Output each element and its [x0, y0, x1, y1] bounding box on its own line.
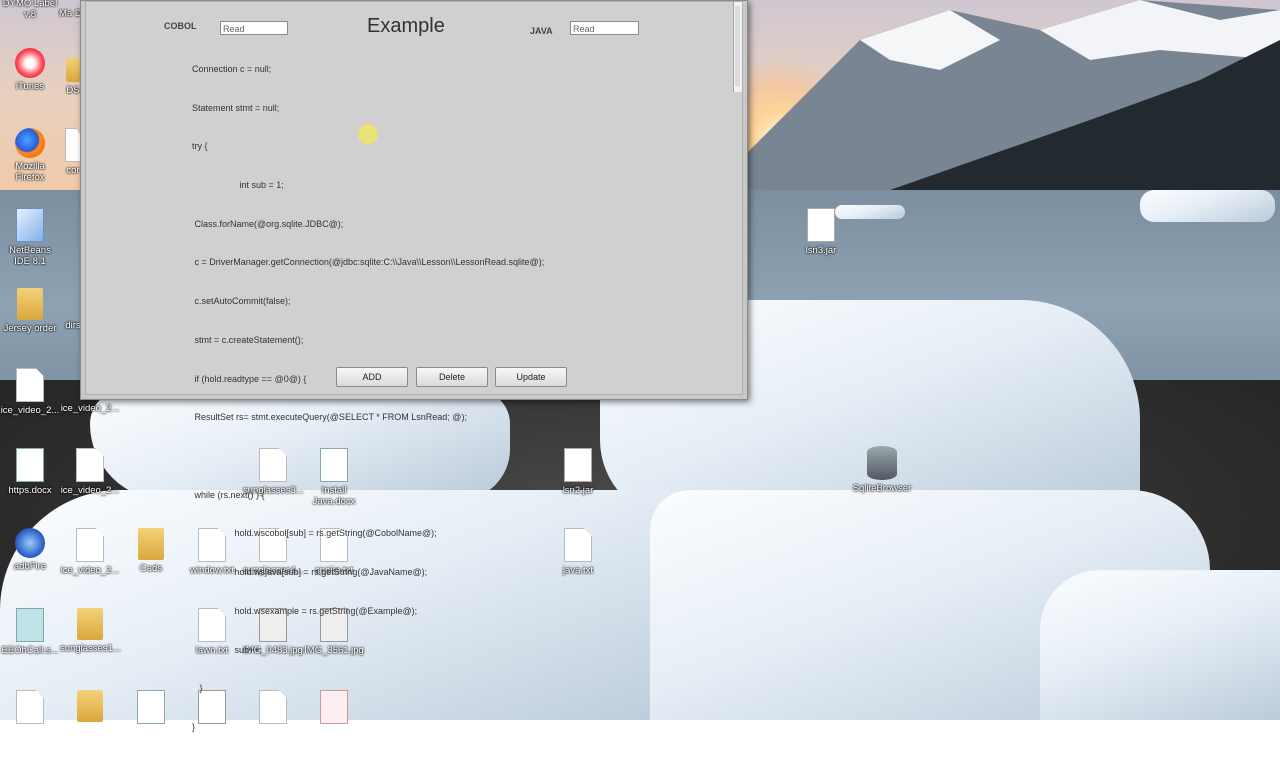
- desktop-icon-eeo[interactable]: EEOhCall.s...: [0, 608, 60, 656]
- vertical-scrollbar[interactable]: [733, 2, 742, 92]
- word-document-icon: [137, 690, 165, 724]
- icon-label: ice_video_2...: [60, 565, 120, 576]
- icon-label: adbFire: [13, 561, 47, 572]
- desktop-icon-lsn2[interactable]: lsn2.jar: [548, 448, 608, 496]
- delete-button[interactable]: Delete: [416, 367, 488, 387]
- desktop-icon-itunes[interactable]: iTunes: [0, 48, 60, 92]
- java-label: JAVA: [530, 26, 553, 36]
- desktop-icon-ice4[interactable]: ice_video_2...: [60, 528, 120, 576]
- code-line: Connection c = null;: [192, 63, 272, 74]
- code-line: Class.forName(@org.sqlite.JDBC@);: [192, 218, 344, 229]
- netbeans-icon: [16, 208, 44, 242]
- page-title: Example: [367, 15, 445, 37]
- icon-label: DS: [66, 85, 80, 96]
- icon-label: iTunes: [15, 81, 45, 92]
- icon-label: ice_video_2...: [60, 485, 120, 496]
- folder-icon: [77, 608, 103, 640]
- code-line: c = DriverManager.getConnection(@jdbc:sq…: [192, 257, 545, 268]
- code-line: hold.wscobol[sub] = rs.getString(@CobolN…: [192, 528, 437, 539]
- desktop-icon-ice1[interactable]: ice_video_2...: [0, 368, 60, 416]
- desktop-icon-adb[interactable]: adbFire: [0, 528, 60, 572]
- folder-icon: [66, 58, 80, 82]
- firefox-icon: [15, 128, 45, 158]
- icon-label: NetBeans IDE 8.1: [9, 245, 51, 267]
- document-icon: [16, 368, 44, 402]
- code-line: ResultSet rs= stmt.executeQuery(@SELECT …: [192, 412, 467, 423]
- icon-label: cor: [66, 165, 80, 176]
- icon-label: ice_video_2...: [0, 405, 60, 416]
- desktop-icon-lsn3[interactable]: lsn3.jar: [791, 208, 851, 256]
- folder-icon: [17, 288, 43, 320]
- text-file-icon: [564, 528, 592, 562]
- icon-label: EEOhCall.s...: [1, 645, 59, 656]
- mouse-cursor-highlight: [358, 124, 378, 144]
- icon-label: ice_video_2...: [60, 403, 120, 414]
- icon-label: Jersey order: [3, 323, 57, 334]
- code-line: sub++;: [192, 644, 263, 655]
- icon-label: Mozilla Firefox: [15, 161, 45, 183]
- desktop-icon-partial[interactable]: [121, 690, 181, 727]
- icon-label: lsn3.jar: [805, 245, 837, 256]
- icon-label: dirs: [65, 320, 81, 331]
- desktop-icon-cads[interactable]: Cads: [121, 528, 181, 574]
- icon-label: Cads: [139, 563, 163, 574]
- desktop-icon-partial[interactable]: [0, 690, 60, 727]
- desktop-icon-https[interactable]: https.docx: [0, 448, 60, 496]
- desktop-icon-ice3[interactable]: ice_video_2...: [60, 448, 120, 496]
- jar-file-icon: [564, 448, 592, 482]
- code-line: stmt = c.createStatement();: [192, 334, 304, 345]
- code-line: hold.wsjava[sub] = rs.getString(@JavaNam…: [192, 567, 428, 578]
- folder-icon: [138, 528, 164, 560]
- update-button[interactable]: Update: [495, 367, 567, 387]
- icon-label: lsn2.jar: [562, 485, 594, 496]
- icon-label: sunglasses1...: [60, 643, 121, 654]
- mountains: [740, 0, 1280, 190]
- database-icon: [867, 446, 897, 480]
- code-line: Statement stmt = null;: [192, 102, 280, 113]
- code-line: }: [192, 683, 203, 694]
- add-button[interactable]: ADD: [336, 367, 408, 387]
- jar-file-icon: [807, 208, 835, 242]
- document-icon: [76, 528, 104, 562]
- desktop-icon-dymo[interactable]: DYMO Label v.8: [0, 0, 60, 20]
- code-line: int sub = 1;: [192, 179, 284, 190]
- example-code-area[interactable]: Connection c = null; Statement stmt = nu…: [192, 37, 544, 760]
- cobol-field[interactable]: Read: [220, 21, 288, 35]
- code-line: c.setAutoCommit(false);: [192, 296, 291, 307]
- word-document-icon: [16, 448, 44, 482]
- code-line: hold.wsexample = rs.getString(@Example@)…: [192, 605, 418, 616]
- desktop-icon-sqlite[interactable]: SqliteBrowser: [852, 446, 912, 494]
- scrollbar-thumb[interactable]: [735, 6, 740, 86]
- icon-label: java.txt: [562, 565, 594, 576]
- document-icon: [65, 128, 81, 162]
- desktop-icon-java-txt[interactable]: java.txt: [548, 528, 608, 576]
- java-field[interactable]: Read: [570, 21, 639, 35]
- app-window: COBOL Read Example JAVA Read Connection …: [80, 0, 748, 732]
- cobol-label: COBOL: [164, 21, 197, 31]
- desktop-icon-firefox[interactable]: Mozilla Firefox: [0, 128, 60, 183]
- window-content: COBOL Read Example JAVA Read Connection …: [85, 1, 743, 732]
- icon-label: https.docx: [8, 485, 52, 496]
- folder-icon: [77, 690, 103, 722]
- file-icon: [16, 608, 44, 642]
- code-line: }: [192, 722, 196, 733]
- icon-label: DYMO Label v.8: [2, 0, 58, 20]
- code-line: while (rs.next() ) {: [192, 489, 265, 500]
- itunes-icon: [15, 48, 45, 78]
- desktop-icon-netbeans[interactable]: NetBeans IDE 8.1: [0, 208, 60, 267]
- desktop-icon-jersey[interactable]: Jersey order: [0, 288, 60, 334]
- adbfire-icon: [15, 528, 45, 558]
- document-icon: [16, 690, 44, 724]
- icon-label: SqliteBrowser: [852, 483, 912, 494]
- desktop-icon-sun1[interactable]: sunglasses1...: [60, 608, 121, 654]
- iceberg: [1040, 570, 1280, 720]
- ice-floe: [1140, 190, 1275, 222]
- document-icon: [76, 448, 104, 482]
